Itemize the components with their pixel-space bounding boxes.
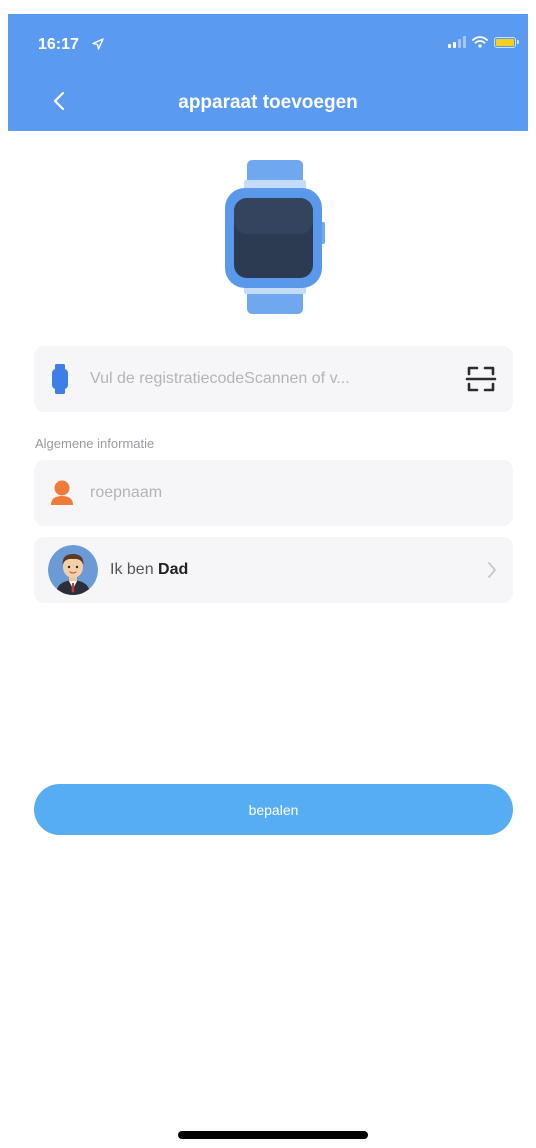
scan-button[interactable]: [463, 361, 499, 397]
wifi-icon: [472, 36, 488, 48]
relation-value: Dad: [158, 561, 189, 578]
relation-row[interactable]: Ik ben Dad: [34, 537, 513, 603]
confirm-button[interactable]: bepalen: [34, 784, 513, 835]
home-indicator: [178, 1131, 368, 1139]
location-arrow-icon: [92, 38, 104, 50]
smartwatch-image: [225, 160, 325, 314]
scan-icon: [465, 366, 497, 392]
signal-icon: [448, 36, 466, 48]
watch-illustration: [220, 158, 330, 316]
relation-text: Ik ben Dad: [110, 561, 188, 579]
nickname-row: [34, 460, 513, 526]
chevron-right-icon: [488, 562, 496, 578]
nickname-input[interactable]: [90, 480, 470, 506]
battery-icon: [494, 36, 519, 48]
status-time: 16:17: [38, 36, 79, 53]
person-icon: [51, 480, 73, 505]
registration-code-input[interactable]: [90, 366, 438, 392]
page-title: apparaat toevoegen: [178, 92, 358, 113]
app-header: 16:17 apparaat toevoegen: [8, 14, 528, 131]
dad-avatar: [48, 545, 98, 595]
watch-icon: [52, 364, 68, 394]
registration-code-row: [34, 346, 513, 412]
relation-prefix: Ik ben: [110, 561, 154, 578]
general-info-label: Algemene informatie: [35, 436, 155, 451]
status-indicators: [448, 36, 519, 48]
